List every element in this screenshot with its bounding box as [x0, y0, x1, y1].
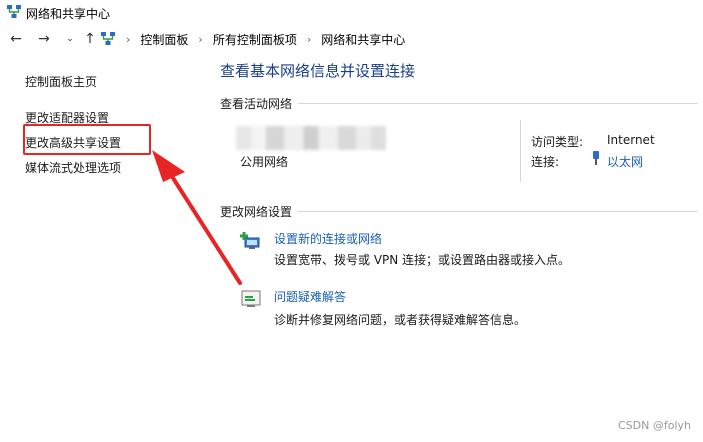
page-title: 查看基本网络信息并设置连接 [220, 62, 416, 80]
window-title: 网络和共享中心 [26, 7, 111, 21]
ethernet-icon [593, 151, 599, 165]
breadcrumb-network-center[interactable]: 网络和共享中心 [321, 31, 405, 48]
network-type-label: 公用网络 [240, 155, 289, 169]
network-name-blurred [236, 126, 386, 150]
forward-arrow-icon[interactable]: → [36, 31, 52, 47]
access-type-value: Internet [607, 133, 655, 147]
breadcrumb-control-panel[interactable]: 控制面板 [140, 31, 188, 48]
recent-locations-chevron-icon[interactable]: ⌄ [62, 31, 78, 47]
watermark: CSDN @folyh [618, 419, 691, 432]
navigation-bar: ← → ⌄ ↑ › 控制面板 › 所有控制面板项 › 网络和共享中心 [0, 26, 703, 52]
breadcrumb-separator-icon: › [198, 32, 203, 46]
connection-label: 连接: [531, 155, 560, 169]
new-connection-icon [240, 232, 260, 249]
troubleshoot-link[interactable]: 问题疑难解答 [274, 288, 346, 305]
up-arrow-icon[interactable]: ↑ [82, 31, 98, 47]
section-divider [298, 211, 698, 212]
vertical-divider [520, 120, 521, 182]
setup-new-connection-link[interactable]: 设置新的连接或网络 [274, 230, 382, 247]
back-arrow-icon[interactable]: ← [8, 31, 24, 47]
sidebar-item-media-streaming[interactable]: 媒体流式处理选项 [25, 159, 121, 176]
change-network-settings-header: 更改网络设置 [220, 205, 293, 219]
network-center-icon [7, 5, 21, 18]
breadcrumb-separator-icon: › [306, 32, 312, 46]
breadcrumb-all-items[interactable]: 所有控制面板项 [213, 31, 297, 48]
active-networks-header: 查看活动网络 [220, 97, 293, 111]
control-panel-icon [101, 32, 115, 45]
troubleshoot-description: 诊断并修复网络问题，或者获得疑难解答信息。 [274, 313, 527, 327]
highlight-annotation-box [23, 124, 151, 155]
setup-new-connection-description: 设置宽带、拨号或 VPN 连接；或设置路由器或接入点。 [274, 253, 571, 267]
access-type-label: 访问类型: [531, 135, 584, 149]
address-bar[interactable]: › 控制面板 › 所有控制面板项 › 网络和共享中心 [100, 30, 405, 48]
breadcrumb-separator-icon: › [126, 32, 131, 46]
sidebar-item-control-panel-home[interactable]: 控制面板主页 [25, 73, 97, 90]
troubleshoot-icon [241, 290, 261, 307]
ethernet-connection-link[interactable]: 以太网 [607, 153, 643, 170]
title-bar: 网络和共享中心 [0, 0, 703, 26]
section-divider [298, 103, 698, 104]
